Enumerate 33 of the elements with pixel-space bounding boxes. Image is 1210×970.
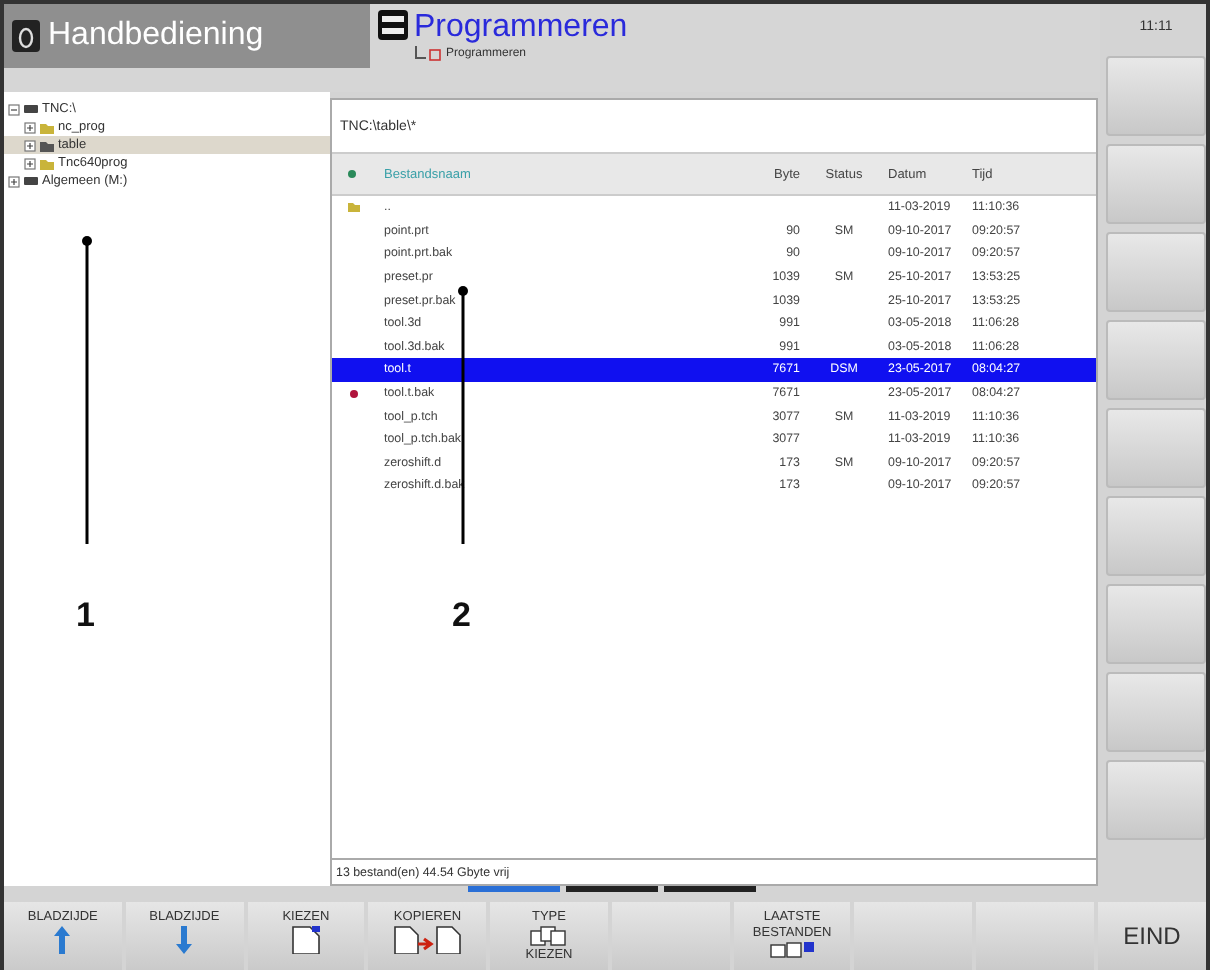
softkey[interactable] <box>1106 232 1206 312</box>
softkey[interactable] <box>1106 56 1206 136</box>
drive-icon <box>24 176 38 186</box>
arrow-down-icon <box>176 926 193 954</box>
softkey[interactable] <box>1106 320 1206 400</box>
program-mode-icon <box>378 10 408 40</box>
softkey[interactable] <box>1106 496 1206 576</box>
machine-mode-icon <box>12 20 40 52</box>
sort-icon <box>348 170 356 178</box>
softkey[interactable] <box>976 902 1094 970</box>
copy-icon <box>393 926 462 954</box>
softkey[interactable] <box>1106 584 1206 664</box>
expand-icon <box>24 157 36 169</box>
document-icon <box>291 926 320 954</box>
softkey[interactable] <box>854 902 973 970</box>
arrow-up-icon <box>54 926 71 954</box>
folder-icon <box>348 202 360 213</box>
expand-icon <box>24 121 36 133</box>
softkey[interactable]: EIND <box>1098 902 1206 970</box>
softkey[interactable] <box>611 902 730 970</box>
softkey[interactable] <box>1106 144 1206 224</box>
softkey[interactable] <box>1106 760 1206 840</box>
callout-number: 2 <box>452 596 471 636</box>
softkey[interactable] <box>1106 672 1206 752</box>
documents-icon <box>770 942 815 958</box>
mode-title: Programmeren <box>414 10 628 46</box>
callout-number: 1 <box>76 596 95 636</box>
drive-icon <box>24 104 38 114</box>
expand-icon <box>24 139 36 151</box>
documents-icon <box>530 926 567 946</box>
marked-dot-icon <box>350 389 358 398</box>
softkey[interactable] <box>1106 408 1206 488</box>
edit-mode-icon <box>414 46 442 62</box>
